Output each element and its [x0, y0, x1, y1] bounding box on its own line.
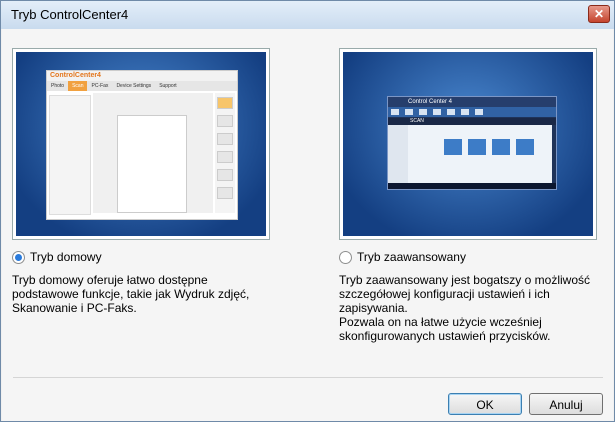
advanced-preview-background: Control Center 4 SCAN [343, 52, 593, 236]
advanced-app-screenshot: Control Center 4 SCAN [387, 96, 557, 190]
divider [13, 377, 603, 378]
advanced-app-toolbar [388, 107, 556, 117]
pc-fax-icon [419, 109, 427, 115]
advanced-mode-label: Tryb zaawansowany [357, 250, 466, 264]
advanced-mode-option[interactable]: Tryb zaawansowany [339, 250, 466, 264]
email-tile-icon [492, 139, 510, 155]
advanced-app-header: Control Center 4 [388, 97, 556, 107]
home-app-center-panel [93, 93, 213, 213]
home-app-action-icon [217, 187, 233, 199]
home-mode-label: Tryb domowy [30, 250, 102, 264]
dialog-window: Tryb ControlCenter4 ✕ ControlCenter4 Pho… [0, 0, 615, 422]
home-app-logo: ControlCenter4 [50, 72, 101, 79]
scan-icon [391, 109, 399, 115]
support-icon [461, 109, 469, 115]
photo-icon [405, 109, 413, 115]
close-button[interactable]: ✕ [588, 5, 610, 23]
settings-icon [447, 109, 455, 115]
custom-icon [475, 109, 483, 115]
advanced-app-section-title: SCAN [388, 118, 556, 125]
cancel-button[interactable]: Anuluj [529, 393, 603, 415]
home-mode-description: Tryb domowy oferuje łatwo dostępne podst… [12, 273, 250, 315]
image-tile-icon [444, 139, 462, 155]
advanced-mode-radio[interactable] [339, 250, 352, 264]
advanced-mode-description: Tryb zaawansowany jest bogatszy o możliw… [339, 273, 590, 343]
home-preview-background: ControlCenter4 Photo Scan PC-Fax Device … [16, 52, 266, 236]
advanced-mode-preview[interactable]: Control Center 4 SCAN [339, 48, 597, 240]
home-mode-option[interactable]: Tryb domowy [12, 250, 102, 264]
copy-icon [433, 109, 441, 115]
home-app-action-icon [217, 169, 233, 181]
home-app-header: ControlCenter4 [47, 71, 237, 81]
advanced-app-body [408, 125, 552, 183]
home-mode-preview[interactable]: ControlCenter4 Photo Scan PC-Fax Device … [12, 48, 270, 240]
advanced-app-side-panel [388, 125, 408, 183]
dialog-content: ControlCenter4 Photo Scan PC-Fax Device … [2, 29, 613, 421]
home-app-right-panel [215, 93, 235, 213]
home-app-tab: Scan [68, 81, 88, 91]
home-app-page-preview [117, 115, 187, 213]
home-app-action-icon [217, 133, 233, 145]
home-app-tab: Device Settings [116, 83, 152, 89]
home-app-action-icon [217, 97, 233, 109]
title-bar[interactable]: Tryb ControlCenter4 ✕ [1, 1, 614, 29]
home-app-tab: Support [159, 83, 177, 89]
home-app-action-icon [217, 151, 233, 163]
advanced-app-status-bar [388, 183, 556, 189]
home-app-tab: PC-Fax [91, 83, 109, 89]
file-tile-icon [516, 139, 534, 155]
home-app-action-icon [217, 115, 233, 127]
advanced-app-logo: Control Center 4 [408, 99, 453, 105]
home-app-left-panel [49, 95, 91, 215]
ocr-tile-icon [468, 139, 486, 155]
home-app-screenshot: ControlCenter4 Photo Scan PC-Fax Device … [46, 70, 238, 220]
window-title: Tryb ControlCenter4 [11, 7, 129, 22]
home-app-tabs: Photo Scan PC-Fax Device Settings Suppor… [47, 81, 237, 91]
home-mode-radio[interactable] [12, 250, 25, 264]
home-app-tab: Photo [51, 83, 65, 89]
ok-button[interactable]: OK [448, 393, 522, 415]
